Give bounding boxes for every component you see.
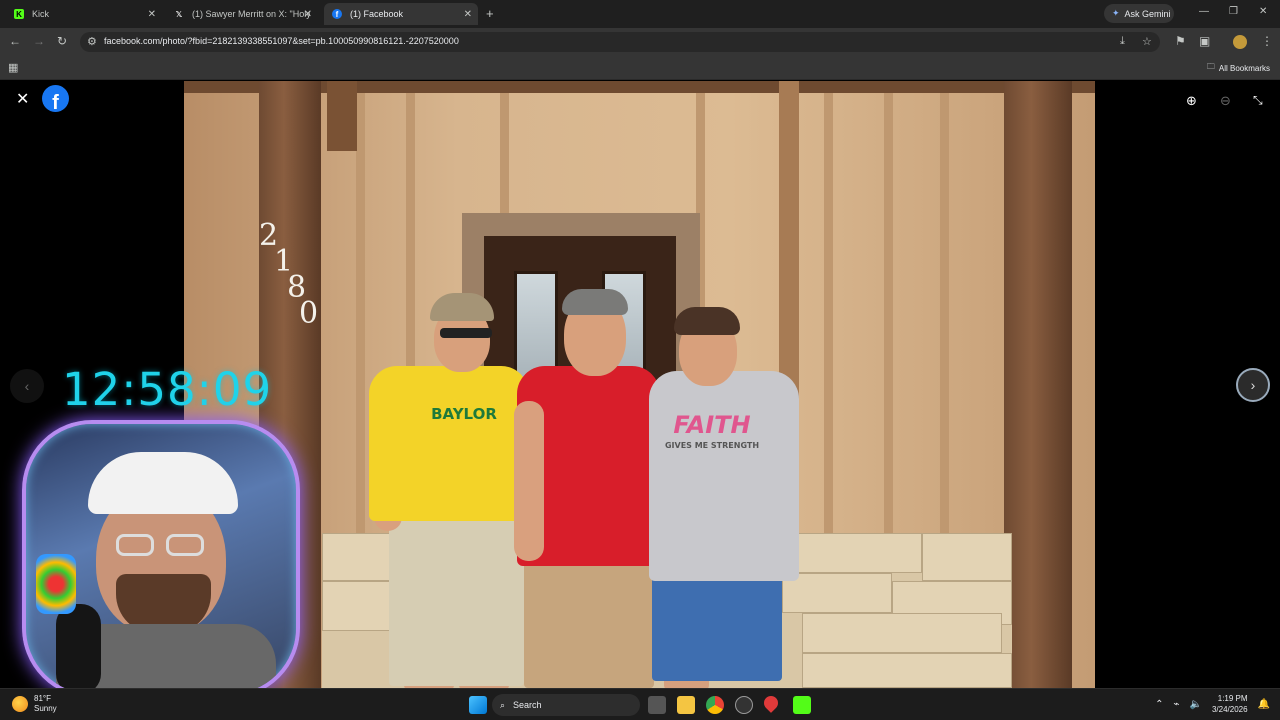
- gemini-icon: ✦: [1112, 8, 1120, 18]
- search-label: Search: [513, 700, 542, 710]
- search-icon: ⌕: [500, 699, 506, 710]
- fullscreen-icon[interactable]: ⤡: [1253, 93, 1263, 108]
- stream-clock-overlay: 12:58:09: [62, 363, 273, 416]
- taskbar-clock[interactable]: 1:19 PM 3/24/2026: [1212, 693, 1248, 715]
- new-tab-button[interactable]: +: [486, 6, 494, 21]
- kick-icon: K: [14, 9, 24, 19]
- system-tray: ⌃ ⌁ 🔈 1:19 PM 3/24/2026 🔔: [1155, 693, 1270, 715]
- task-view-icon[interactable]: [648, 696, 666, 714]
- taskbar-search[interactable]: ⌕ Search: [492, 694, 640, 716]
- tab-kick[interactable]: K Kick ✕: [6, 3, 162, 25]
- start-icon[interactable]: [469, 696, 487, 714]
- microphone: [56, 604, 101, 694]
- x-icon: 𝕏: [175, 9, 183, 19]
- next-photo-button[interactable]: ›: [1236, 368, 1270, 402]
- chevron-right-icon: ›: [1250, 377, 1256, 393]
- file-explorer-icon[interactable]: [677, 696, 695, 714]
- facebook-icon: f: [332, 9, 342, 19]
- clock-time: 1:19 PM: [1217, 694, 1248, 703]
- cap: [430, 293, 494, 321]
- reload-icon[interactable]: ↻: [57, 34, 67, 48]
- ask-gemini-label: Ask Gemini: [1124, 8, 1171, 19]
- volume-icon[interactable]: 🔈: [1190, 699, 1202, 710]
- weather-desc: Sunny: [34, 704, 57, 713]
- folder-icon: 🗀: [1206, 62, 1215, 71]
- facebook-logo-letter: f: [52, 92, 59, 112]
- maps-icon[interactable]: [761, 693, 781, 713]
- tab-title: (1) Sawyer Merritt on X: "Holy m: [192, 9, 310, 19]
- extensions-icon[interactable]: ⚑: [1175, 34, 1186, 48]
- close-tab-icon[interactable]: ✕: [304, 9, 312, 20]
- zoom-in-icon[interactable]: ⊕: [1186, 93, 1197, 109]
- webcam-overlay: [22, 420, 300, 698]
- minimize-icon[interactable]: —: [1199, 6, 1209, 17]
- all-bookmarks-label: All Bookmarks: [1218, 63, 1270, 73]
- previous-photo-button[interactable]: ‹: [10, 369, 44, 403]
- tab-title: Kick: [32, 9, 50, 19]
- tab-x[interactable]: 𝕏 (1) Sawyer Merritt on X: "Holy m ✕: [166, 3, 318, 25]
- menu-icon[interactable]: ⋮: [1261, 34, 1273, 48]
- shirt-text-faith: FAITH: [673, 411, 751, 439]
- glasses: [116, 534, 154, 556]
- shirt-text-strength: GIVES ME STRENGTH: [664, 441, 760, 450]
- photo: 2 1 8 0 BAYLOR FAITH GIVES ME STRENGTH: [184, 81, 1095, 688]
- install-icon[interactable]: ⤓: [1120, 35, 1125, 48]
- bookmark-star-icon[interactable]: ☆: [1142, 35, 1152, 48]
- side-panel-icon[interactable]: ▣: [1199, 34, 1210, 48]
- ask-gemini-button[interactable]: ✦ Ask Gemini: [1104, 4, 1174, 23]
- sun-icon: [12, 696, 28, 712]
- windows-taskbar: 81°F Sunny ⌕ Search ⌃ ⌁ 🔈 1:19 PM 3/24/2…: [0, 688, 1280, 720]
- sunglasses: [440, 328, 492, 338]
- browser-toolbar: ← → ↻ ⚙ facebook.com/photo/?fbid=2182139…: [0, 28, 1280, 56]
- weather-widget[interactable]: 81°F Sunny: [12, 694, 57, 714]
- close-tab-icon[interactable]: ✕: [148, 9, 156, 20]
- site-info-icon[interactable]: ⚙: [87, 35, 97, 48]
- all-bookmarks-button[interactable]: 🗀 All Bookmarks: [1207, 61, 1270, 75]
- url-text[interactable]: facebook.com/photo/?fbid=218213933855109…: [104, 36, 459, 46]
- chevron-left-icon: ‹: [24, 378, 30, 394]
- shirt-text-baylor: BAYLOR: [431, 405, 497, 423]
- close-tab-icon[interactable]: ✕: [464, 9, 472, 20]
- tab-strip: K Kick ✕ 𝕏 (1) Sawyer Merritt on X: "Hol…: [0, 0, 1280, 28]
- restore-icon[interactable]: ❐: [1229, 6, 1238, 17]
- app-icon[interactable]: [735, 696, 753, 714]
- ball-pit: [36, 554, 76, 614]
- address-bar[interactable]: ⚙ facebook.com/photo/?fbid=2182139338551…: [80, 32, 1160, 52]
- clock-date: 3/24/2026: [1211, 705, 1248, 714]
- kick-app-icon[interactable]: [793, 696, 811, 714]
- close-viewer-icon[interactable]: ✕: [16, 89, 29, 109]
- forward-icon[interactable]: →: [33, 34, 45, 48]
- tab-title: (1) Facebook: [350, 9, 404, 19]
- close-window-icon[interactable]: ✕: [1259, 6, 1267, 17]
- zoom-out-icon[interactable]: ⊖: [1220, 93, 1231, 109]
- facebook-logo[interactable]: f: [42, 85, 69, 112]
- streamer-cap: [88, 452, 238, 514]
- weather-temp: 81°F: [34, 694, 51, 703]
- apps-grid-icon[interactable]: ▦: [8, 61, 18, 74]
- tray-expand-icon[interactable]: ⌃: [1155, 699, 1163, 710]
- network-icon[interactable]: ⌁: [1173, 699, 1179, 710]
- profile-avatar[interactable]: [1233, 35, 1247, 49]
- tab-facebook[interactable]: f (1) Facebook ✕: [324, 3, 478, 25]
- back-icon[interactable]: ←: [9, 34, 21, 48]
- notifications-icon[interactable]: 🔔: [1258, 699, 1270, 710]
- chrome-icon[interactable]: [706, 696, 724, 714]
- bookmarks-bar: ▦ 🗀 All Bookmarks: [0, 56, 1280, 80]
- house-digit: 0: [299, 296, 319, 331]
